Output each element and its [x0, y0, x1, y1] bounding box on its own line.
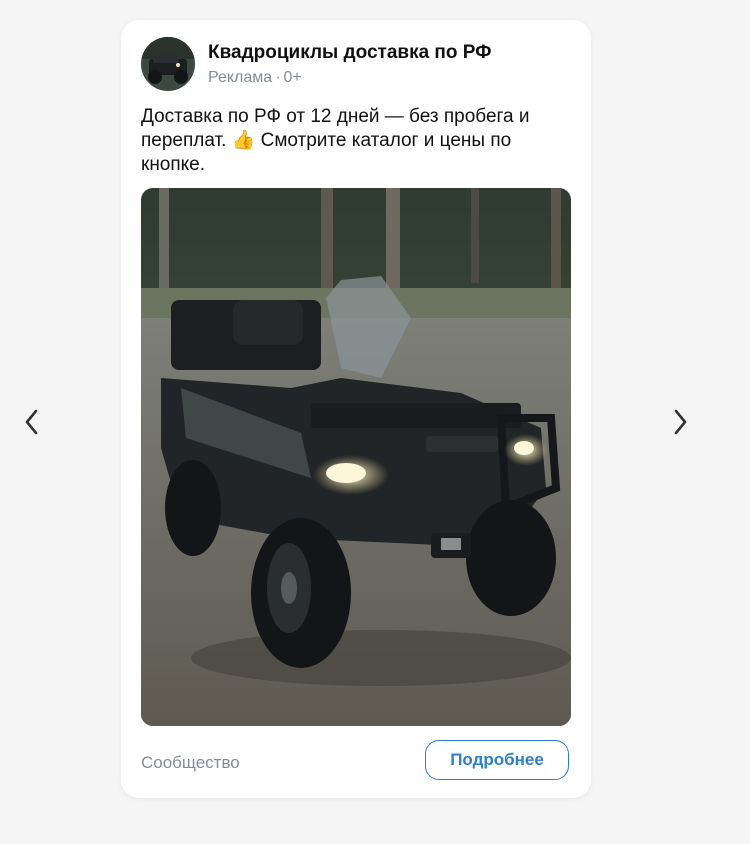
ad-title[interactable]: Квадроциклы доставка по РФ [208, 42, 491, 64]
age-rating: 0+ [283, 69, 302, 86]
ad-label: Реклама [208, 69, 273, 86]
meta-separator: · [275, 69, 281, 86]
more-button[interactable]: Подробнее [425, 740, 569, 780]
prev-arrow-button[interactable] [16, 406, 48, 438]
chevron-left-icon [25, 409, 38, 435]
ad-meta: Реклама · 0+ [208, 69, 302, 87]
avatar[interactable] [141, 37, 195, 91]
ad-text: Доставка по РФ от 12 дней — без пробега … [141, 106, 530, 175]
chevron-right-icon [674, 409, 687, 435]
next-arrow-button[interactable] [664, 406, 696, 438]
community-label[interactable]: Сообщество [141, 753, 240, 773]
ad-card: Квадроциклы доставка по РФ Реклама · 0+ До… [121, 20, 591, 798]
ad-photo-atv[interactable] [141, 188, 571, 726]
